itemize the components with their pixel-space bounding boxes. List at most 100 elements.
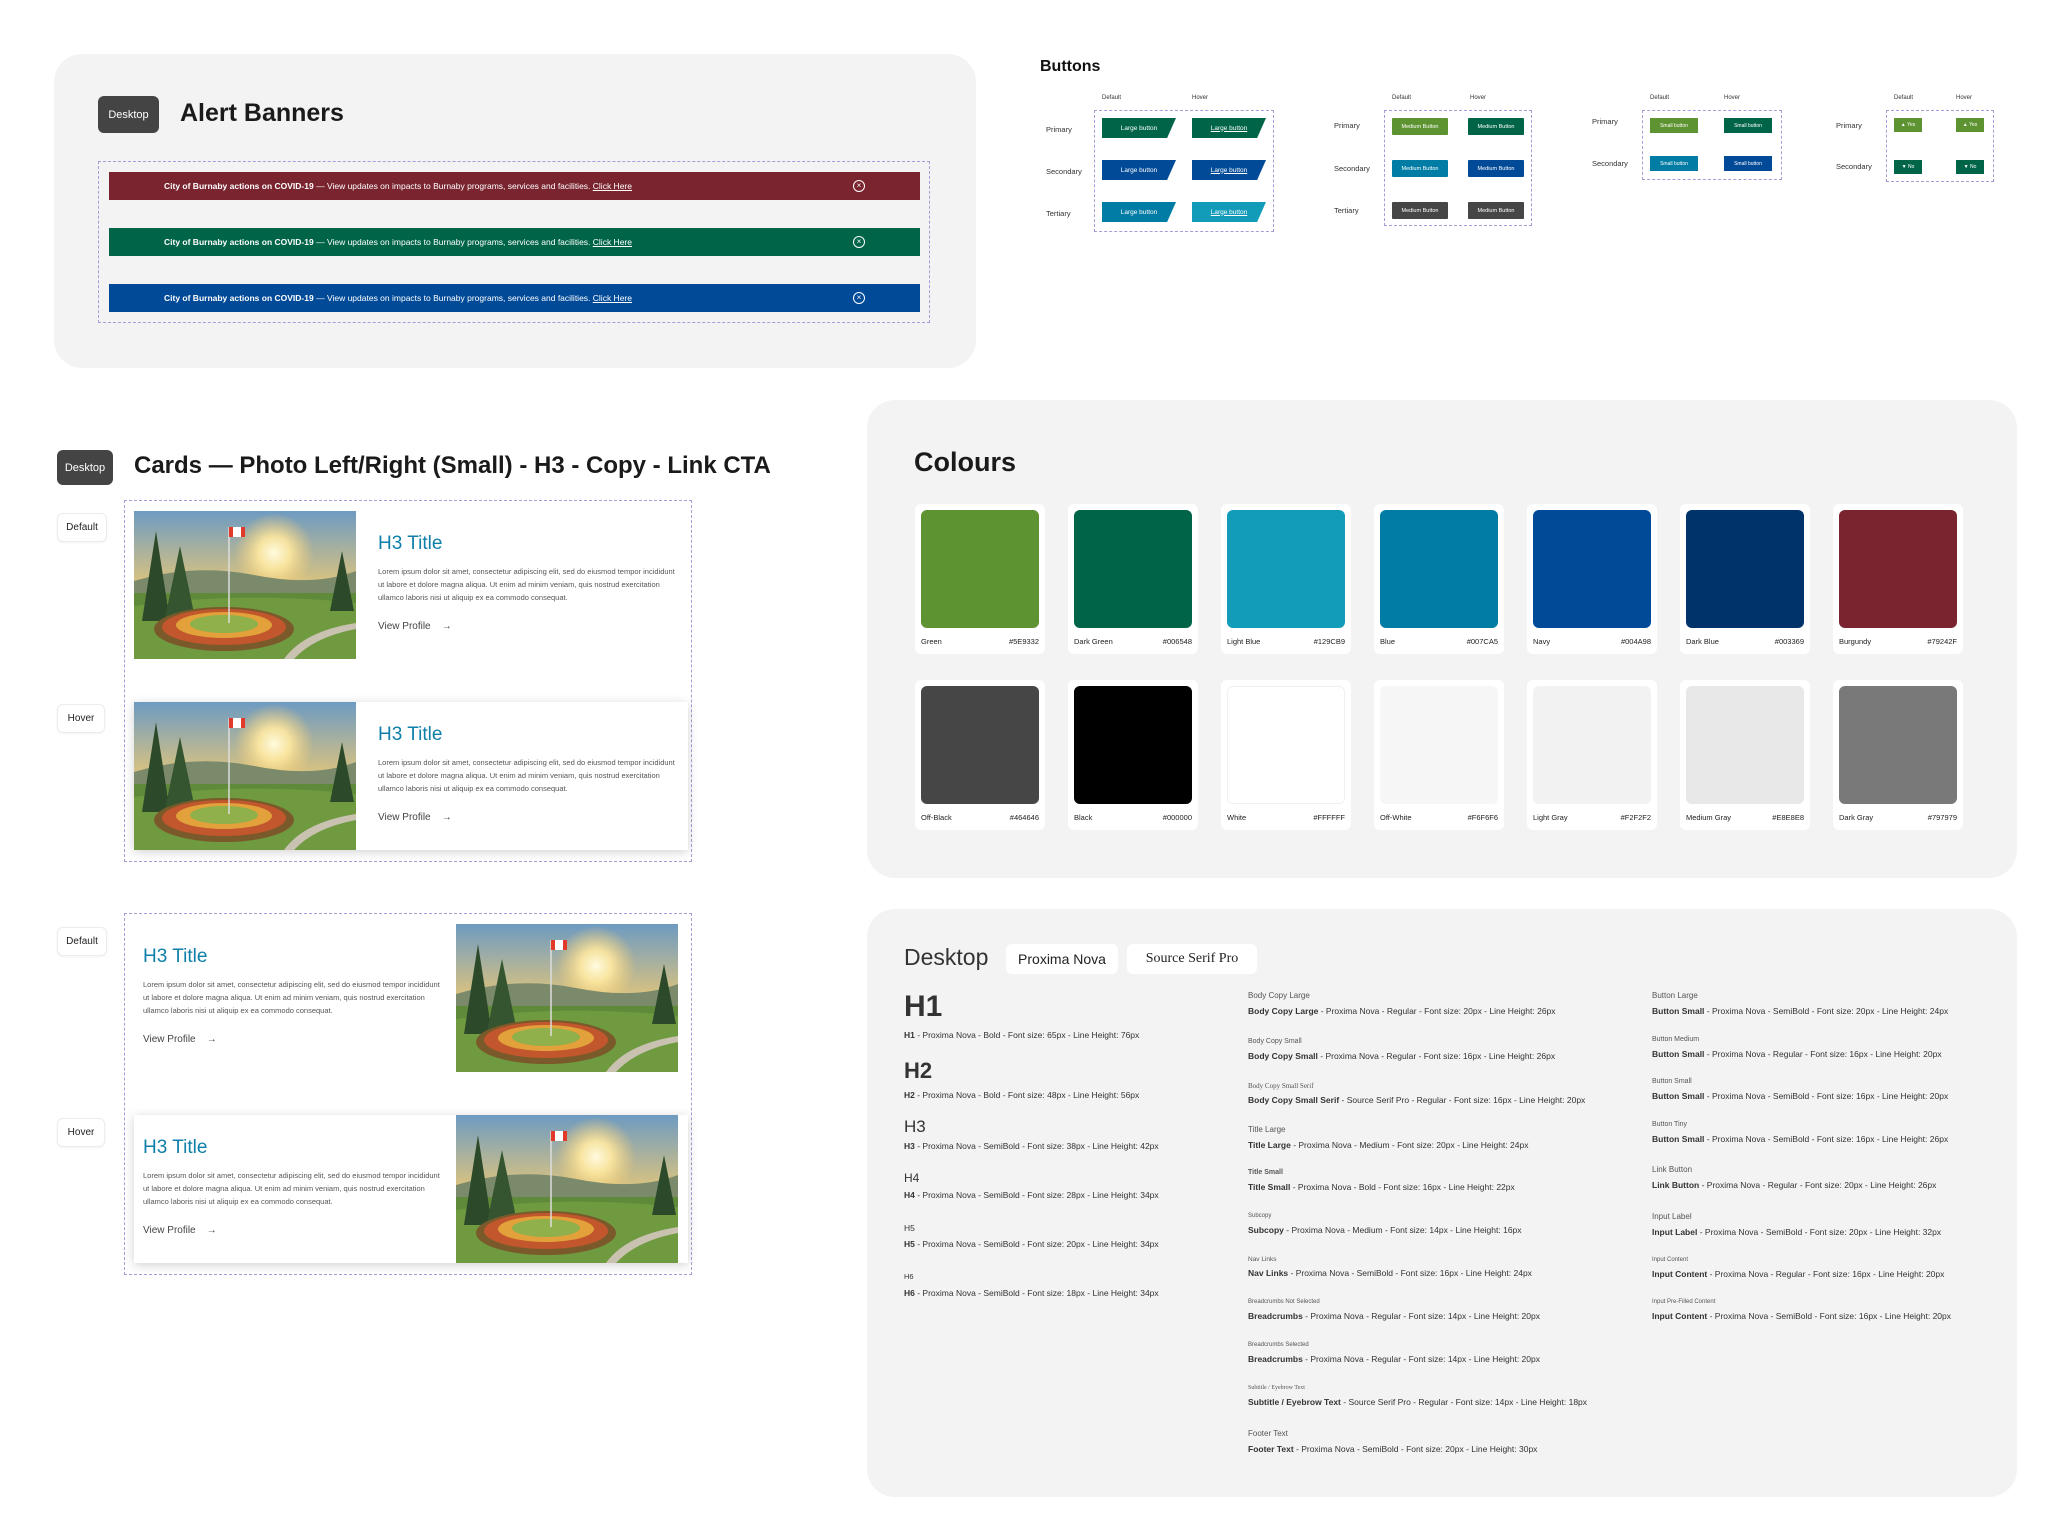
swatch-dark-gray: Dark Gray #797979 — [1833, 680, 1963, 830]
h6-sample: H6 — [904, 1272, 914, 1281]
arrow-right-icon: → — [206, 1034, 217, 1045]
small-primary-button-hover[interactable]: Small button — [1724, 118, 1772, 133]
card-photo-right[interactable]: H3 Title Lorem ipsum dolor sit amet, con… — [134, 924, 688, 1072]
swatch-chip — [1533, 686, 1651, 804]
large-tertiary-button-hover[interactable]: Large button — [1192, 202, 1266, 222]
swatch-off-white: Off-White #F6F6F6 — [1374, 680, 1504, 830]
banner-heading: City of Burnaby actions on COVID-19 — [164, 293, 314, 303]
card-photo-left[interactable]: H3 Title Lorem ipsum dolor sit amet, con… — [134, 511, 688, 659]
nav-links-caption: Nav Links — [1248, 1256, 1277, 1263]
medium-primary-button-hover[interactable]: Medium Button — [1468, 118, 1524, 135]
nav-links-spec: Nav Links - Proxima Nova - SemiBold - Fo… — [1248, 1268, 1532, 1278]
arrow-right-icon: → — [441, 621, 452, 632]
row-primary-label: Primary — [1334, 121, 1360, 130]
no-button[interactable]: ▼ No — [1894, 160, 1922, 174]
button-large-spec: Button Small - Proxima Nova - SemiBold -… — [1652, 1006, 1949, 1016]
close-icon[interactable]: × — [853, 236, 865, 248]
small-secondary-button[interactable]: Small button — [1650, 156, 1698, 171]
swatch-blue: Blue #007CA5 — [1374, 504, 1504, 654]
body-copy-small-caption: Body Copy Small — [1248, 1038, 1302, 1045]
h2-sample: H2 — [904, 1058, 933, 1083]
close-icon[interactable]: × — [853, 292, 865, 304]
font-chip-source-serif: Source Serif Pro — [1127, 944, 1257, 974]
small-secondary-button-hover[interactable]: Small button — [1724, 156, 1772, 171]
subtitle-spec: Subtitle / Eyebrow Text - Source Serif P… — [1248, 1397, 1588, 1407]
hover-label: Hover — [1192, 95, 1209, 101]
swatch-green: Green #5E9332 — [915, 504, 1045, 654]
large-primary-button[interactable]: Large button — [1102, 118, 1176, 138]
swatch-chip — [1686, 510, 1804, 628]
body-copy-large-caption: Body Copy Large — [1248, 991, 1310, 1000]
medium-secondary-button[interactable]: Medium Button — [1392, 160, 1448, 177]
large-secondary-button[interactable]: Large button — [1102, 160, 1176, 180]
state-hover-tag: Hover — [57, 704, 105, 733]
h4-sample: H4 — [904, 1171, 920, 1185]
banner-heading: City of Burnaby actions on COVID-19 — [164, 181, 314, 191]
button-medium-spec: Button Small - Proxima Nova - Regular - … — [1652, 1049, 1942, 1059]
medium-primary-button[interactable]: Medium Button — [1392, 118, 1448, 135]
banner-text: — View updates on impacts to Burnaby pro… — [313, 237, 593, 247]
swatch-chip — [1686, 686, 1804, 804]
typography-title: Desktop — [904, 944, 989, 970]
h1-spec: H1 - Proxima Nova - Bold - Font size: 65… — [904, 1030, 1140, 1040]
row-secondary-label: Secondary — [1046, 167, 1082, 176]
desktop-tag: Desktop — [98, 96, 159, 133]
footer-text-caption: Footer Text — [1248, 1429, 1288, 1438]
body-copy-small-spec: Body Copy Small - Proxima Nova - Regular… — [1248, 1051, 1556, 1061]
card-copy: Lorem ipsum dolor sit amet, consectetur … — [143, 1171, 440, 1206]
card-copy: Lorem ipsum dolor sit amet, consectetur … — [378, 567, 675, 602]
card-photo-left-hover[interactable]: H3 Title Lorem ipsum dolor sit amet, con… — [134, 702, 688, 850]
card-copy: Lorem ipsum dolor sit amet, consectetur … — [143, 980, 440, 1015]
view-profile-link[interactable]: View Profile → — [143, 1034, 217, 1045]
default-label: Default — [1650, 95, 1670, 101]
swatch-chip — [1839, 510, 1957, 628]
swatch-navy: Navy #004A98 — [1527, 504, 1657, 654]
medium-secondary-button-hover[interactable]: Medium Button — [1468, 160, 1524, 177]
breadcrumbs-selected-caption: Breadcrumbs Selected — [1248, 1342, 1309, 1348]
link-button-caption: Link Button — [1652, 1165, 1693, 1174]
breadcrumbs-not-selected-caption: Breadcrumbs Not Selected — [1248, 1299, 1320, 1305]
park-photo — [456, 1115, 678, 1263]
swatch-chip — [1227, 686, 1345, 804]
row-secondary-label: Secondary — [1836, 162, 1872, 171]
medium-tertiary-button[interactable]: Medium Button — [1392, 202, 1448, 219]
large-secondary-button-hover[interactable]: Large button — [1192, 160, 1266, 180]
card-photo-right-hover[interactable]: H3 Title Lorem ipsum dolor sit amet, con… — [134, 1115, 688, 1263]
close-icon[interactable]: × — [853, 180, 865, 192]
subcopy-caption: Subcopy — [1248, 1213, 1272, 1219]
small-primary-button[interactable]: Small button — [1650, 118, 1698, 133]
yes-button-hover[interactable]: ▲ Yes — [1956, 118, 1984, 132]
view-profile-link[interactable]: View Profile → — [378, 621, 452, 632]
link-button-spec: Link Button - Proxima Nova - Regular - F… — [1652, 1180, 1937, 1190]
hover-label: Hover — [1724, 95, 1741, 101]
banner-link[interactable]: Click Here — [593, 293, 632, 303]
yes-button[interactable]: ▲ Yes — [1894, 118, 1922, 132]
arrow-right-icon: → — [206, 1225, 217, 1236]
h4-spec: H4 - Proxima Nova - SemiBold - Font size… — [904, 1190, 1159, 1200]
large-primary-button-hover[interactable]: Large button — [1192, 118, 1266, 138]
banner-text: — View updates on impacts to Burnaby pro… — [313, 181, 593, 191]
medium-tertiary-button-hover[interactable]: Medium Button — [1468, 202, 1524, 219]
swatch-chip — [921, 510, 1039, 628]
button-medium-caption: Button Medium — [1652, 1036, 1700, 1043]
no-button-hover[interactable]: ▼ No — [1956, 160, 1984, 174]
view-profile-link[interactable]: View Profile → — [378, 812, 452, 823]
hover-label: Hover — [1470, 95, 1487, 101]
button-tiny-caption: Button Tiny — [1652, 1121, 1688, 1128]
alert-banner-green: City of Burnaby actions on COVID-19 — Vi… — [109, 228, 920, 256]
large-tertiary-button[interactable]: Large button — [1102, 202, 1176, 222]
card-copy: Lorem ipsum dolor sit amet, consectetur … — [378, 758, 675, 793]
font-chip-proxima: Proxima Nova — [1006, 944, 1118, 974]
banner-link[interactable]: Click Here — [593, 237, 632, 247]
h3-spec: H3 - Proxima Nova - SemiBold - Font size… — [904, 1141, 1159, 1151]
banner-link[interactable]: Click Here — [593, 181, 632, 191]
state-default-tag: Default — [57, 513, 107, 542]
swatch-chip — [1533, 510, 1651, 628]
input-label-spec: Input Label - Proxima Nova - SemiBold - … — [1652, 1227, 1942, 1237]
body-copy-small-serif-caption: Body Copy Small Serif — [1248, 1082, 1314, 1090]
view-profile-link[interactable]: View Profile → — [143, 1225, 217, 1236]
swatch-chip — [1074, 510, 1192, 628]
body-copy-small-serif-spec: Body Copy Small Serif - Source Serif Pro… — [1248, 1095, 1586, 1105]
h5-sample: H5 — [904, 1223, 915, 1233]
swatch-chip — [921, 686, 1039, 804]
